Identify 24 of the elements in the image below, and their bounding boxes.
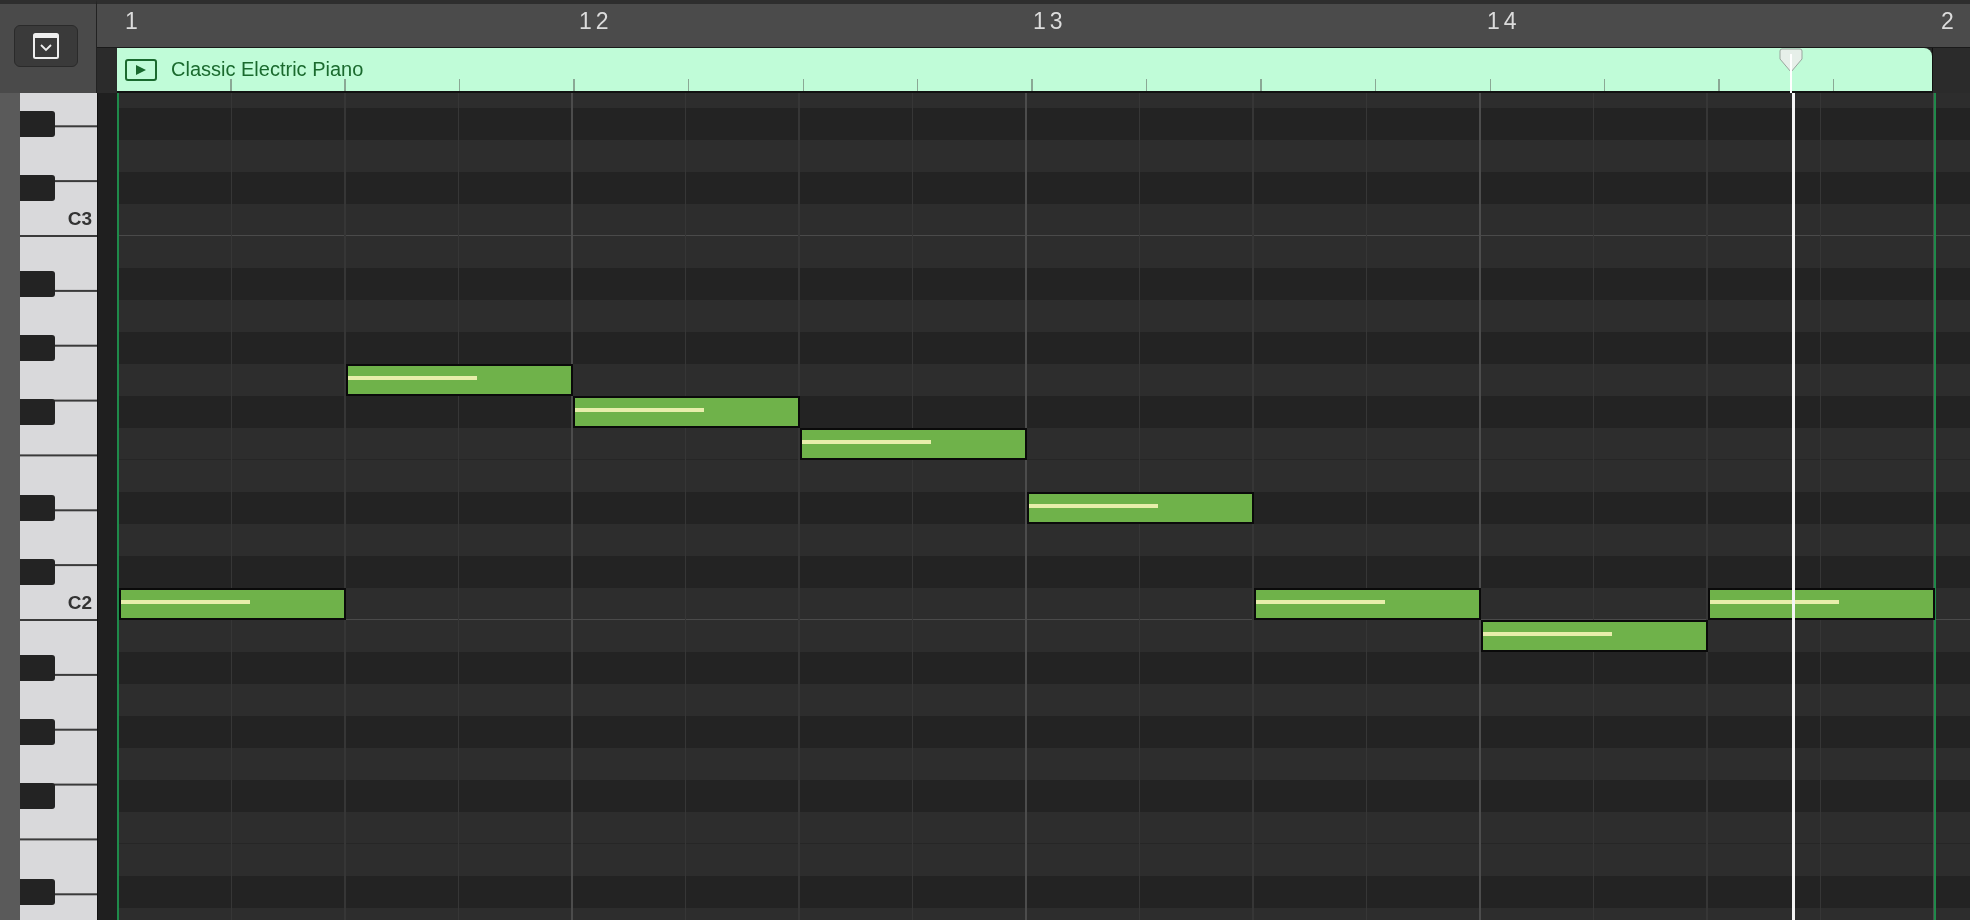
playhead-line[interactable] <box>1792 93 1796 920</box>
playhead-handle[interactable] <box>1779 48 1804 93</box>
midi-note[interactable] <box>119 588 346 620</box>
bar-number: 12 <box>579 8 613 35</box>
piano-keyboard-drawing[interactable] <box>20 93 97 920</box>
bar-number: 14 <box>1487 8 1521 35</box>
bar-number: 2 <box>1941 8 1958 35</box>
chevron-icon <box>33 33 59 59</box>
midi-note[interactable] <box>800 428 1027 460</box>
midi-note[interactable] <box>346 364 573 396</box>
region-bar[interactable]: Classic Electric Piano <box>117 48 1932 93</box>
key-label: C2 <box>67 592 92 614</box>
piano-roll-grid[interactable] <box>117 93 1970 920</box>
play-icon <box>125 58 157 81</box>
dropdown-button[interactable] <box>14 25 78 67</box>
midi-note[interactable] <box>1027 492 1254 524</box>
midi-note[interactable] <box>1254 588 1481 620</box>
midi-note[interactable] <box>1708 588 1935 620</box>
midi-note[interactable] <box>1481 620 1708 652</box>
key-label: C3 <box>67 208 92 230</box>
midi-note[interactable] <box>573 396 800 428</box>
bar-number: 1 <box>125 8 142 35</box>
bar-number: 13 <box>1033 8 1067 35</box>
region-name: Classic Electric Piano <box>171 58 364 81</box>
